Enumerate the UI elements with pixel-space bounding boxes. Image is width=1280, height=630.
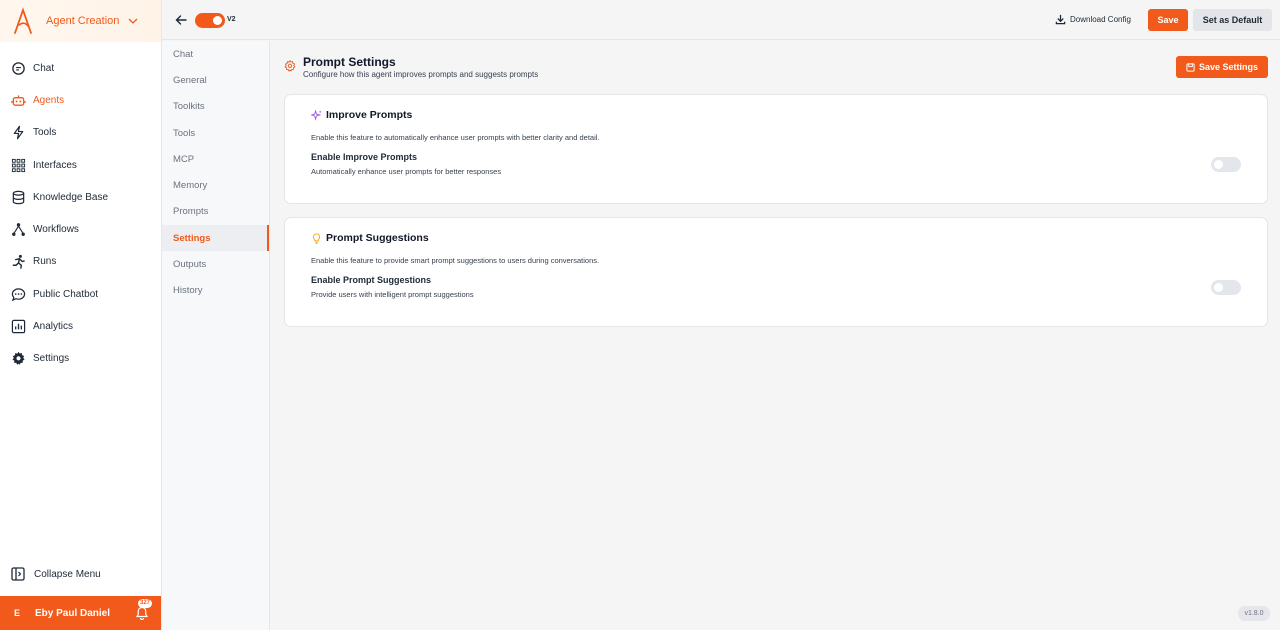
chevron-down-icon xyxy=(128,18,138,24)
save-settings-button[interactable]: Save Settings xyxy=(1176,56,1268,78)
sidebar-item-label: Runs xyxy=(33,256,57,268)
subnav-item-tools[interactable]: Tools xyxy=(162,120,269,146)
save-button[interactable]: Save xyxy=(1148,9,1188,31)
subnav-item-settings[interactable]: Settings xyxy=(162,225,269,252)
sidebar-item-settings[interactable]: Settings xyxy=(0,343,161,375)
brand-logo-icon xyxy=(14,7,32,34)
prompt-suggestions-card: Prompt Suggestions Enable this feature t… xyxy=(284,217,1268,327)
app-version-badge: v1.8.0 xyxy=(1238,606,1270,621)
collapse-menu-button[interactable]: Collapse Menu xyxy=(11,567,101,581)
option-title: Enable Prompt Suggestions xyxy=(311,275,432,285)
page-title: Prompt Settings xyxy=(303,55,396,69)
subnav-item-chat[interactable]: Chat xyxy=(162,41,269,67)
sidebar-item-interfaces[interactable]: Interfaces xyxy=(0,149,161,181)
user-profile-bar[interactable]: E Eby Paul Daniel 327 xyxy=(0,596,161,630)
bar-chart-icon xyxy=(11,319,26,334)
version-label: V2 xyxy=(227,16,236,23)
sidebar-item-knowledge-base[interactable]: Knowledge Base xyxy=(0,181,161,213)
grid-dots-icon xyxy=(11,158,26,172)
option-description: Provide users with intelligent prompt su… xyxy=(311,290,474,299)
sidebar-item-label: Analytics xyxy=(33,321,74,333)
sidebar-item-tools[interactable]: Tools xyxy=(0,117,161,149)
sidebar-item-label: Agents xyxy=(33,94,65,106)
back-arrow-icon[interactable] xyxy=(174,13,188,27)
subnav-item-outputs[interactable]: Outputs xyxy=(162,251,269,277)
subnav-item-memory[interactable]: Memory xyxy=(162,172,269,198)
option-description: Automatically enhance user prompts for b… xyxy=(311,167,502,176)
sidebar-item-workflows[interactable]: Workflows xyxy=(0,213,161,245)
gear-icon xyxy=(12,352,25,366)
download-config-label: Download Config xyxy=(1070,15,1131,24)
sidebar-item-agents[interactable]: Agents xyxy=(0,84,161,116)
chat-bubble-icon xyxy=(12,61,25,75)
sidebar-item-label: Public Chatbot xyxy=(33,288,99,300)
agent-config-nav: Chat General Toolkits Tools MCP Memory P… xyxy=(162,41,270,630)
main-sidebar: Agent Creation Chat Agents Tools Interfa… xyxy=(0,0,162,630)
sidebar-item-public-chatbot[interactable]: Public Chatbot xyxy=(0,278,161,310)
sidebar-item-label: Knowledge Base xyxy=(33,191,109,203)
sparkles-icon xyxy=(311,110,322,121)
notification-count-badge: 327 xyxy=(137,599,152,608)
running-person-icon xyxy=(12,255,25,270)
card-title: Improve Prompts xyxy=(326,109,413,121)
option-title: Enable Improve Prompts xyxy=(311,152,418,162)
workspace-switcher[interactable]: Agent Creation xyxy=(0,0,161,42)
sidebar-item-label: Settings xyxy=(33,353,70,365)
subnav-item-prompts[interactable]: Prompts xyxy=(162,199,269,225)
set-as-default-button[interactable]: Set as Default xyxy=(1193,9,1272,31)
lightning-icon xyxy=(13,126,24,140)
sidebar-item-analytics[interactable]: Analytics xyxy=(0,310,161,342)
sidebar-item-label: Tools xyxy=(33,127,57,139)
save-settings-label: Save Settings xyxy=(1198,62,1259,72)
download-icon xyxy=(1055,14,1066,25)
settings-panel: Prompt Settings Configure how this agent… xyxy=(270,41,1280,630)
download-config-button[interactable]: Download Config xyxy=(1055,14,1131,25)
sidebar-item-chat[interactable]: Chat xyxy=(0,52,161,84)
settings-gear-icon xyxy=(284,60,296,72)
sidebar-item-label: Interfaces xyxy=(33,159,77,171)
workflow-icon xyxy=(12,223,25,236)
subnav-item-general[interactable]: General xyxy=(162,67,269,93)
subnav-item-toolkits[interactable]: Toolkits xyxy=(162,94,269,120)
improve-prompts-toggle[interactable] xyxy=(1211,157,1241,172)
sidebar-item-runs[interactable]: Runs xyxy=(0,246,161,278)
chat-dots-icon xyxy=(11,287,26,301)
robot-icon xyxy=(11,95,26,106)
improve-prompts-card: Improve Prompts Enable this feature to a… xyxy=(284,94,1268,204)
user-name: Eby Paul Daniel xyxy=(35,607,111,619)
page-subtitle: Configure how this agent improves prompt… xyxy=(303,70,539,79)
subnav-item-history[interactable]: History xyxy=(162,278,269,304)
card-description: Enable this feature to automatically enh… xyxy=(311,133,600,142)
card-description: Enable this feature to provide smart pro… xyxy=(311,256,600,265)
bell-icon[interactable] xyxy=(135,606,149,620)
prompt-suggestions-toggle[interactable] xyxy=(1211,280,1241,295)
save-disk-icon xyxy=(1186,62,1195,72)
collapse-menu-label: Collapse Menu xyxy=(34,568,101,580)
main-nav: Chat Agents Tools Interfaces Knowledge B… xyxy=(0,52,161,375)
subnav-item-mcp[interactable]: MCP xyxy=(162,146,269,172)
avatar: E xyxy=(14,608,21,618)
card-title: Prompt Suggestions xyxy=(326,232,429,244)
sidebar-item-label: Chat xyxy=(33,62,55,74)
workspace-name: Agent Creation xyxy=(46,15,120,27)
lightbulb-icon xyxy=(312,233,321,244)
top-bar: V2 Download Config Save Set as Default xyxy=(162,0,1280,40)
version-toggle[interactable] xyxy=(195,13,225,28)
database-icon xyxy=(12,190,25,205)
sidebar-item-label: Workflows xyxy=(33,224,79,236)
sidebar-collapse-icon xyxy=(11,567,25,581)
